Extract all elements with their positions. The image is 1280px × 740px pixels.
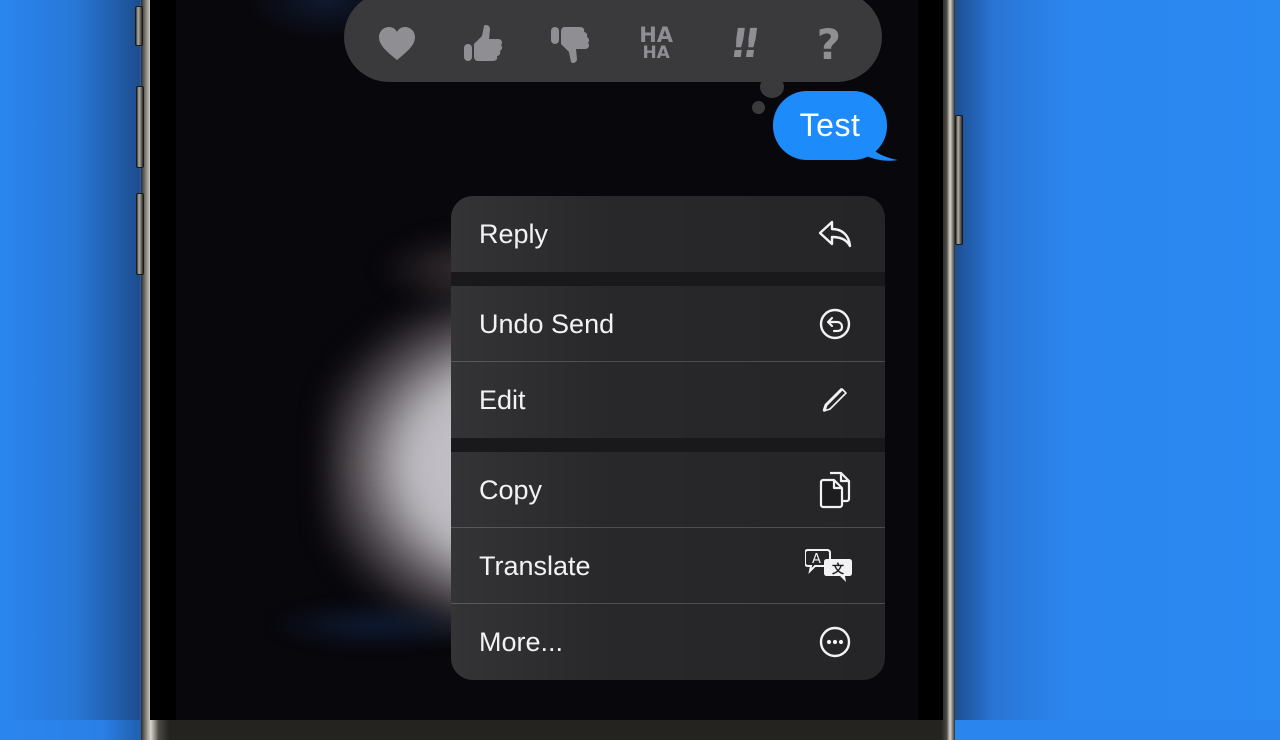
haha-line-2: HA xyxy=(642,43,670,63)
menu-item-label: Undo Send xyxy=(479,308,615,339)
copy-documents-icon xyxy=(817,471,853,509)
menu-item-label: Translate xyxy=(479,550,591,581)
double-exclamation-icon: !! xyxy=(726,21,758,67)
reply-arrow-icon xyxy=(817,216,853,252)
haha-icon: HA HA xyxy=(639,23,674,63)
menu-item-reply[interactable]: Reply xyxy=(451,196,885,272)
reaction-thumbs-up[interactable] xyxy=(453,14,513,74)
menu-item-label: Reply xyxy=(479,218,549,249)
reactions-bar-tail-dot-small xyxy=(752,101,765,114)
menu-item-label: Edit xyxy=(479,384,526,415)
menu-group-separator xyxy=(451,438,885,452)
thumbs-up-icon xyxy=(464,25,503,61)
translate-bubbles-icon: A文 xyxy=(805,548,853,584)
volume-up-button xyxy=(136,86,144,168)
message-text: Test xyxy=(799,107,861,143)
tapback-reactions-bar: HA HA !! ? xyxy=(344,0,882,82)
reaction-question[interactable]: ? xyxy=(799,14,859,74)
question-mark-icon: ? xyxy=(816,19,841,69)
thumbs-down-icon xyxy=(550,27,589,63)
ellipsis-circle-icon xyxy=(817,624,853,660)
phone-frame-right-edge xyxy=(941,0,955,740)
heart-icon xyxy=(379,27,416,60)
background-left xyxy=(0,0,140,720)
reaction-exclamation[interactable]: !! xyxy=(712,14,772,74)
menu-item-translate[interactable]: Translate A文 xyxy=(451,528,885,604)
menu-item-label: Copy xyxy=(479,474,543,505)
reaction-thumbs-down[interactable] xyxy=(540,14,600,74)
menu-item-more[interactable]: More... xyxy=(451,604,885,680)
svg-text:文: 文 xyxy=(832,561,845,576)
menu-item-label: More... xyxy=(479,626,564,657)
reactions-bar-tail-dot xyxy=(760,76,784,98)
haha-line-1: HA xyxy=(639,23,674,47)
menu-item-edit[interactable]: Edit xyxy=(451,362,885,438)
action-button xyxy=(135,6,143,46)
side-power-button xyxy=(955,115,963,245)
pencil-icon xyxy=(817,382,853,418)
undo-circle-icon xyxy=(817,306,853,342)
menu-item-copy[interactable]: Copy xyxy=(451,452,885,528)
reaction-haha[interactable]: HA HA xyxy=(626,14,686,74)
message-context-menu: Reply Undo Send Edit Copy Translate A文 M… xyxy=(451,196,885,680)
reaction-heart[interactable] xyxy=(367,14,427,74)
menu-group-separator xyxy=(451,272,885,286)
sent-message-bubble[interactable]: Test xyxy=(773,91,887,160)
menu-item-undo-send[interactable]: Undo Send xyxy=(451,286,885,362)
volume-down-button xyxy=(136,193,144,275)
background-right xyxy=(955,0,1280,720)
svg-text:A: A xyxy=(812,552,821,567)
